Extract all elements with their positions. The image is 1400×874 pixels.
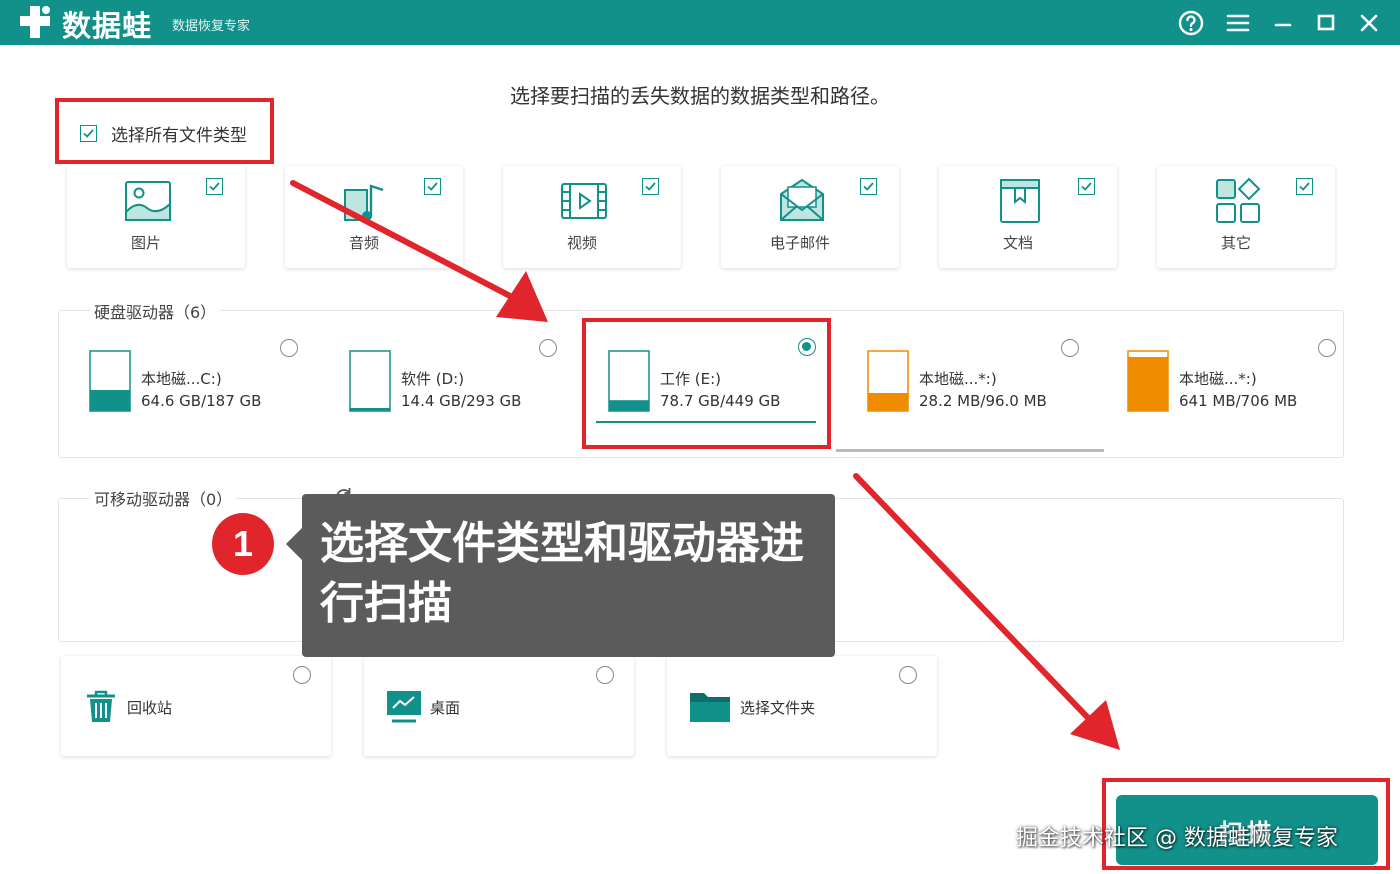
- drive-item[interactable]: 本地磁...*:) 28.2 MB/96.0 MB: [867, 346, 1097, 416]
- minimize-button[interactable]: [1266, 6, 1300, 40]
- drive-name: 本地磁...C:): [141, 370, 222, 388]
- file-type-card-audio[interactable]: 音频: [285, 166, 463, 268]
- title-bar: 数据蛙 数据恢复专家: [0, 0, 1400, 45]
- file-type-label: 视频: [566, 234, 597, 252]
- location-label: 回收站: [127, 699, 173, 717]
- callout-text: 选择文件类型和驱动器进行扫描: [320, 518, 804, 629]
- file-type-card-document[interactable]: 文档: [939, 166, 1117, 268]
- file-type-checkbox[interactable]: [642, 178, 659, 195]
- hard-drive-icon: [349, 350, 391, 412]
- location-card-desktop[interactable]: 桌面: [364, 656, 634, 756]
- drive-size: 641 MB/706 MB: [1179, 392, 1298, 410]
- menu-button[interactable]: [1221, 6, 1255, 40]
- arrowhead-to-scan: [1070, 700, 1120, 750]
- location-radio[interactable]: [596, 666, 614, 684]
- removable-drive-section-title: 可移动驱动器（0）: [90, 486, 237, 510]
- drive-list-scrollbar[interactable]: [836, 449, 1104, 452]
- file-type-card-image[interactable]: 图片: [67, 166, 245, 268]
- file-type-card-video[interactable]: 视频: [503, 166, 681, 268]
- drive-size: 14.4 GB/293 GB: [401, 392, 522, 410]
- location-label: 选择文件夹: [740, 699, 816, 717]
- help-button[interactable]: [1174, 6, 1208, 40]
- folder-icon: [690, 693, 730, 722]
- drive-name: 本地磁...*:): [919, 370, 997, 388]
- maximize-button[interactable]: [1309, 6, 1343, 40]
- audio-icon: [344, 184, 384, 221]
- drive-item[interactable]: 本地磁...C:) 64.6 GB/187 GB: [89, 346, 319, 416]
- location-card-select-folder[interactable]: 选择文件夹: [667, 656, 937, 756]
- document-icon: [1000, 179, 1040, 223]
- file-type-card-other[interactable]: 其它: [1157, 166, 1335, 268]
- app-title: 数据蛙: [62, 9, 153, 43]
- location-label: 桌面: [430, 699, 461, 717]
- close-button[interactable]: [1352, 6, 1386, 40]
- drive-item[interactable]: 本地磁...*:) 641 MB/706 MB: [1127, 346, 1327, 416]
- file-type-checkbox[interactable]: [860, 178, 877, 195]
- file-type-checkbox[interactable]: [1296, 178, 1313, 195]
- file-type-checkbox[interactable]: [206, 178, 223, 195]
- file-type-checkbox[interactable]: [424, 178, 441, 195]
- email-icon: [780, 178, 824, 221]
- location-radio[interactable]: [899, 666, 917, 684]
- close-icon: [1360, 14, 1378, 32]
- hard-drive-icon: [867, 350, 909, 412]
- desktop-icon: [387, 691, 421, 723]
- drive-radio[interactable]: [539, 339, 557, 357]
- watermark: 掘金技术社区 @ 数据蛙恢复专家: [1016, 826, 1338, 851]
- drive-radio[interactable]: [280, 339, 298, 357]
- file-type-label: 文档: [1002, 234, 1033, 252]
- file-type-label: 图片: [130, 234, 161, 252]
- hard-drive-section-title: 硬盘驱动器（6）: [90, 299, 221, 323]
- annotation-box-select-all: [55, 98, 274, 164]
- file-type-label: 其它: [1220, 234, 1251, 252]
- app-subtitle: 数据恢复专家: [172, 19, 251, 34]
- location-radio[interactable]: [293, 666, 311, 684]
- menu-icon: [1226, 14, 1250, 32]
- drive-name: 软件 (D:): [401, 370, 465, 388]
- trash-icon: [87, 690, 115, 722]
- annotation-box-selected-drive: [582, 318, 831, 449]
- other-icon: [1216, 177, 1261, 223]
- file-type-checkbox[interactable]: [1078, 178, 1095, 195]
- instruction-callout: 选择文件类型和驱动器进行扫描: [286, 494, 835, 657]
- drive-name: 本地磁...*:): [1179, 370, 1257, 388]
- file-type-label: 电子邮件: [769, 234, 830, 252]
- video-icon: [561, 183, 607, 219]
- drive-radio[interactable]: [1318, 339, 1336, 357]
- step-number-badge: 1: [212, 513, 274, 575]
- hard-drive-icon: [1127, 350, 1169, 412]
- drive-size: 64.6 GB/187 GB: [141, 392, 262, 410]
- drive-radio[interactable]: [1061, 339, 1079, 357]
- hard-drive-icon: [89, 350, 131, 412]
- location-card-recycle-bin[interactable]: 回收站: [61, 656, 331, 756]
- minimize-icon: [1274, 23, 1292, 27]
- file-type-label: 音频: [348, 234, 379, 252]
- file-type-card-email[interactable]: 电子邮件: [721, 166, 899, 268]
- app-logo-icon: [20, 6, 50, 38]
- maximize-icon: [1317, 14, 1335, 31]
- help-icon: [1178, 10, 1204, 36]
- drive-size: 28.2 MB/96.0 MB: [919, 392, 1047, 410]
- image-icon: [125, 181, 171, 221]
